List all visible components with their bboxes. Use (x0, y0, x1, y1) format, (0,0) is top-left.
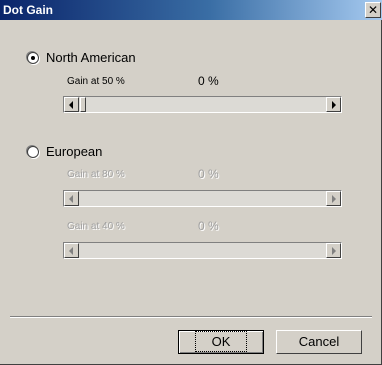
separator (10, 316, 372, 318)
gain-40-label: Gain at 40 % (67, 221, 125, 232)
arrow-right-icon (332, 101, 336, 109)
gain-40-slider[interactable] (63, 242, 342, 259)
arrow-left-icon (69, 101, 73, 109)
gain-50-slider-thumb[interactable] (80, 97, 86, 112)
gain-80-value: 0 % (198, 167, 219, 181)
gain-40-right-arrow[interactable] (326, 243, 341, 258)
north-american-radio[interactable] (27, 52, 39, 64)
ok-button-label: OK (194, 331, 248, 352)
european-label[interactable]: European (46, 144, 102, 159)
cancel-button[interactable]: Cancel (276, 330, 362, 354)
gain-50-right-arrow[interactable] (326, 97, 341, 112)
close-button[interactable]: ✕ (365, 2, 381, 18)
ok-button[interactable]: OK (178, 330, 264, 354)
gain-80-right-arrow[interactable] (326, 191, 341, 206)
arrow-left-icon (69, 247, 73, 255)
arrow-left-icon (69, 195, 73, 203)
gain-50-label: Gain at 50 % (67, 76, 125, 87)
arrow-right-icon (332, 247, 336, 255)
close-icon: ✕ (367, 3, 379, 17)
gain-40-value: 0 % (198, 219, 219, 233)
gain-50-left-arrow[interactable] (64, 97, 79, 112)
arrow-right-icon (332, 195, 336, 203)
gain-50-slider[interactable] (63, 96, 342, 113)
dot-gain-dialog: Dot Gain ✕ North American Gain at 50 % 0… (0, 0, 382, 365)
title-bar[interactable]: Dot Gain ✕ (0, 0, 382, 20)
gain-80-slider[interactable] (63, 190, 342, 207)
gain-80-left-arrow[interactable] (64, 191, 79, 206)
gain-40-left-arrow[interactable] (64, 243, 79, 258)
window-title: Dot Gain (3, 3, 53, 17)
gain-50-value: 0 % (198, 74, 219, 88)
north-american-label[interactable]: North American (46, 50, 136, 65)
radio-selected-icon (31, 56, 35, 60)
gain-80-label: Gain at 80 % (67, 169, 125, 180)
european-radio[interactable] (27, 146, 39, 158)
cancel-button-label: Cancel (298, 334, 340, 349)
